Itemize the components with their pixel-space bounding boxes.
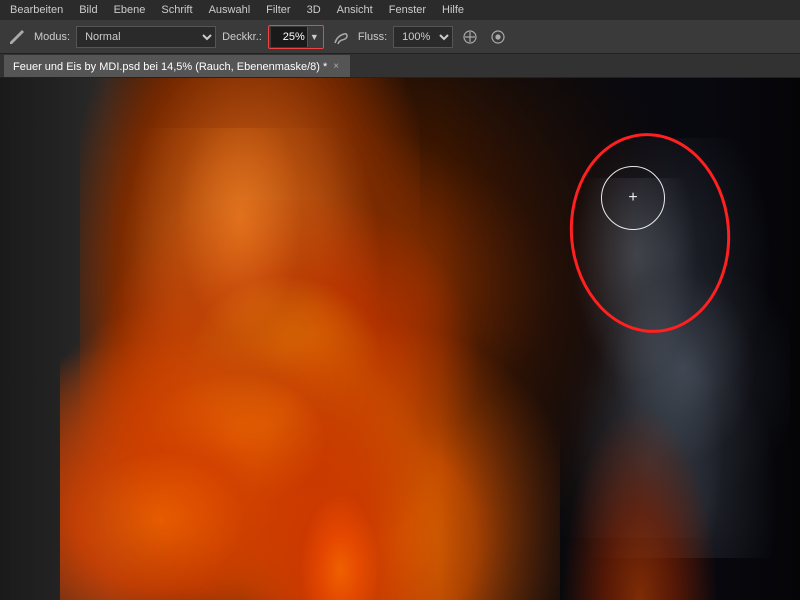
active-tab[interactable]: Feuer und Eis by MDI.psd bei 14,5% (Rauc… xyxy=(4,55,350,77)
menu-fenster[interactable]: Fenster xyxy=(383,2,432,18)
opacity-input[interactable] xyxy=(271,27,307,47)
mode-label: Modus: xyxy=(34,31,70,43)
menu-filter[interactable]: Filter xyxy=(260,2,296,18)
tab-close-btn[interactable]: × xyxy=(333,61,339,72)
mode-select[interactable]: NormalAuflösenAbdunkelnMultiplizierenAuf… xyxy=(76,26,216,48)
opacity-label: Deckkr.: xyxy=(222,31,262,43)
smudge-tool-icon[interactable] xyxy=(330,26,352,48)
flow-label: Fluss: xyxy=(358,31,387,43)
menu-schrift[interactable]: Schrift xyxy=(155,2,198,18)
flow-select[interactable]: 100% 75% 50% 25% xyxy=(393,26,453,48)
menu-hilfe[interactable]: Hilfe xyxy=(436,2,470,18)
menu-3d[interactable]: 3D xyxy=(301,2,327,18)
menu-ansicht[interactable]: Ansicht xyxy=(331,2,379,18)
opacity-box: ▼ xyxy=(268,25,324,49)
opacity-dropdown-btn[interactable]: ▼ xyxy=(307,27,321,47)
canvas-bg xyxy=(0,78,800,600)
menu-ebene[interactable]: Ebene xyxy=(108,2,152,18)
toolbar: Modus: NormalAuflösenAbdunkelnMultiplizi… xyxy=(0,20,800,54)
tab-label: Feuer und Eis by MDI.psd bei 14,5% (Rauc… xyxy=(13,61,327,73)
airbrush-icon[interactable] xyxy=(459,26,481,48)
pressure-icon[interactable] xyxy=(487,26,509,48)
menu-bild[interactable]: Bild xyxy=(73,2,103,18)
menu-bar: Bearbeiten Bild Ebene Schrift Auswahl Fi… xyxy=(0,0,800,20)
menu-auswahl[interactable]: Auswahl xyxy=(203,2,257,18)
face-highlight xyxy=(130,128,350,428)
canvas-area[interactable] xyxy=(0,78,800,600)
tab-bar: Feuer und Eis by MDI.psd bei 14,5% (Rauc… xyxy=(0,54,800,78)
brush-tool-icon[interactable] xyxy=(6,26,28,48)
menu-bearbeiten[interactable]: Bearbeiten xyxy=(4,2,69,18)
fire-tendrils xyxy=(540,350,740,600)
